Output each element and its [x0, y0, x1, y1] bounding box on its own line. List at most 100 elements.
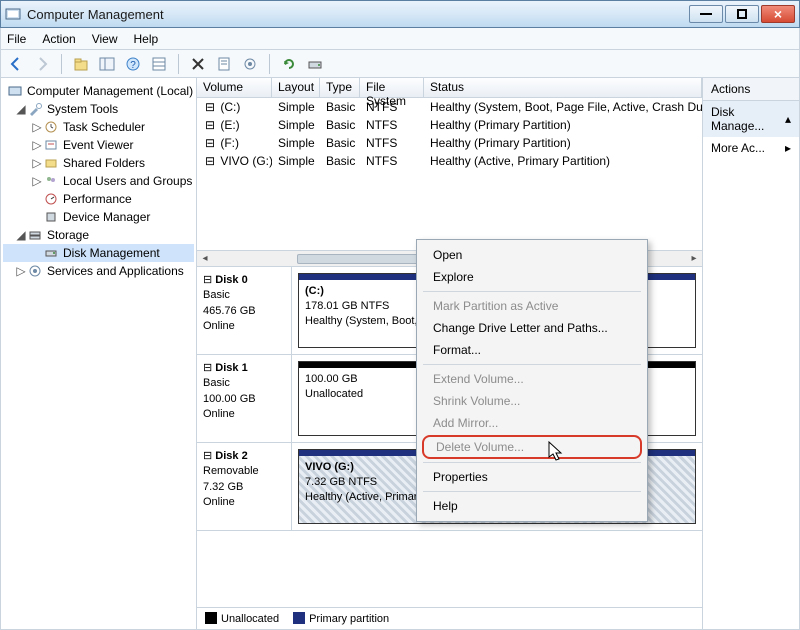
menu-action[interactable]: Action [42, 32, 75, 46]
disk-type-icon: ⊟ [203, 274, 212, 286]
disk-label[interactable]: ⊟ Disk 2Removable7.32 GBOnline [197, 443, 292, 530]
collapse-icon[interactable]: ◢ [15, 228, 27, 242]
expand-icon[interactable]: ▷ [15, 264, 27, 278]
scroll-right-icon[interactable]: ▸ [686, 253, 702, 264]
context-menu-item[interactable]: Help [419, 495, 645, 517]
view-icon[interactable] [150, 55, 168, 73]
properties-icon[interactable] [215, 55, 233, 73]
back-icon[interactable] [7, 55, 25, 73]
collapse-icon[interactable]: ◢ [15, 102, 27, 116]
menu-file[interactable]: File [7, 32, 26, 46]
users-icon [43, 173, 59, 189]
menu-bar: File Action View Help [0, 28, 800, 50]
legend: Unallocated Primary partition [197, 607, 702, 629]
close-button[interactable]: × [761, 5, 795, 23]
device-icon [43, 209, 59, 225]
context-menu-item: Delete Volume... [422, 435, 642, 459]
performance-icon [43, 191, 59, 207]
volume-row[interactable]: ⊟ (C:)SimpleBasicNTFSHealthy (System, Bo… [197, 98, 702, 116]
expand-icon[interactable]: ▷ [31, 174, 43, 188]
actions-group-label: Disk Manage... [711, 105, 785, 133]
disk-label[interactable]: ⊟ Disk 1Basic100.00 GBOnline [197, 355, 292, 442]
up-icon[interactable] [72, 55, 90, 73]
menu-view[interactable]: View [92, 32, 118, 46]
actions-more-label: More Ac... [711, 141, 765, 155]
folder-share-icon [43, 155, 59, 171]
window-titlebar: Computer Management × [0, 0, 800, 28]
expand-icon[interactable]: ▷ [31, 156, 43, 170]
storage-icon [27, 227, 43, 243]
context-menu-item: Extend Volume... [419, 368, 645, 390]
volume-table: Volume Layout Type File System Status ⊟ … [197, 78, 702, 266]
disk-mgmt-icon [43, 245, 59, 261]
tree-root-label: Computer Management (Local) [27, 84, 193, 98]
drive-icon: ⊟ [203, 136, 217, 150]
menu-separator [423, 491, 641, 492]
volume-row[interactable]: ⊟ (E:)SimpleBasicNTFSHealthy (Primary Pa… [197, 116, 702, 134]
chevron-right-icon: ▸ [785, 141, 791, 155]
delete-icon[interactable] [189, 55, 207, 73]
tree-shared-folders[interactable]: ▷ Shared Folders [3, 154, 194, 172]
tree-item-label: Shared Folders [63, 156, 145, 170]
tree-item-label: Disk Management [63, 246, 160, 260]
panel-icon[interactable] [98, 55, 116, 73]
forward-icon[interactable] [33, 55, 51, 73]
menu-help[interactable]: Help [134, 32, 159, 46]
context-menu-item: Shrink Volume... [419, 390, 645, 412]
volume-row[interactable]: ⊟ (F:)SimpleBasicNTFSHealthy (Primary Pa… [197, 134, 702, 152]
col-type[interactable]: Type [320, 78, 360, 98]
col-status[interactable]: Status [424, 78, 702, 98]
tree-item-label: Services and Applications [47, 264, 184, 278]
context-menu-item[interactable]: Explore [419, 266, 645, 288]
actions-group[interactable]: Disk Manage... ▴ [703, 101, 799, 137]
drive-icon: ⊟ [203, 118, 217, 132]
tree-disk-management[interactable]: Disk Management [3, 244, 194, 262]
tree-item-label: Device Manager [63, 210, 150, 224]
disk-label[interactable]: ⊟ Disk 0Basic465.76 GBOnline [197, 267, 292, 354]
chevron-up-icon: ▴ [785, 112, 791, 126]
volume-row[interactable]: ⊟ VIVO (G:)SimpleBasicNTFSHealthy (Activ… [197, 152, 702, 170]
context-menu-item[interactable]: Format... [419, 339, 645, 361]
tree-services[interactable]: ▷ Services and Applications [3, 262, 194, 280]
col-filesystem[interactable]: File System [360, 78, 424, 98]
context-menu-item[interactable]: Open [419, 244, 645, 266]
navigation-tree: Computer Management (Local) ◢ System Too… [1, 78, 197, 629]
toolbar: ? [0, 50, 800, 78]
tree-event-viewer[interactable]: ▷ Event Viewer [3, 136, 194, 154]
context-menu-item[interactable]: Change Drive Letter and Paths... [419, 317, 645, 339]
context-menu-item[interactable]: Properties [419, 466, 645, 488]
actions-more[interactable]: More Ac... ▸ [703, 137, 799, 159]
col-volume[interactable]: Volume [197, 78, 272, 98]
settings-icon[interactable] [241, 55, 259, 73]
tree-storage-label: Storage [47, 228, 89, 242]
minimize-button[interactable] [689, 5, 723, 23]
tree-device-manager[interactable]: Device Manager [3, 208, 194, 226]
window-title: Computer Management [27, 7, 687, 22]
tree-root[interactable]: Computer Management (Local) [3, 82, 194, 100]
context-menu: OpenExploreMark Partition as ActiveChang… [416, 239, 648, 522]
tree-performance[interactable]: Performance [3, 190, 194, 208]
tree-task-scheduler[interactable]: ▷ Task Scheduler [3, 118, 194, 136]
menu-separator [423, 462, 641, 463]
svg-text:?: ? [130, 60, 136, 71]
volume-table-header: Volume Layout Type File System Status [197, 78, 702, 98]
tree-system-tools[interactable]: ◢ System Tools [3, 100, 194, 118]
computer-icon [7, 83, 23, 99]
col-layout[interactable]: Layout [272, 78, 320, 98]
tree-storage[interactable]: ◢ Storage [3, 226, 194, 244]
app-icon [5, 6, 21, 22]
expand-icon[interactable]: ▷ [31, 138, 43, 152]
expand-icon[interactable]: ▷ [31, 120, 43, 134]
scroll-left-icon[interactable]: ◂ [197, 253, 213, 264]
disk-icon[interactable] [306, 55, 324, 73]
maximize-button[interactable] [725, 5, 759, 23]
disk-type-icon: ⊟ [203, 362, 212, 374]
help-icon[interactable]: ? [124, 55, 142, 73]
context-menu-item: Add Mirror... [419, 412, 645, 434]
drive-icon: ⊟ [203, 154, 217, 168]
actions-pane: Actions Disk Manage... ▴ More Ac... ▸ [703, 78, 799, 629]
menu-separator [423, 364, 641, 365]
tree-local-users[interactable]: ▷ Local Users and Groups [3, 172, 194, 190]
legend-unallocated: Unallocated [221, 613, 279, 625]
refresh-icon[interactable] [280, 55, 298, 73]
